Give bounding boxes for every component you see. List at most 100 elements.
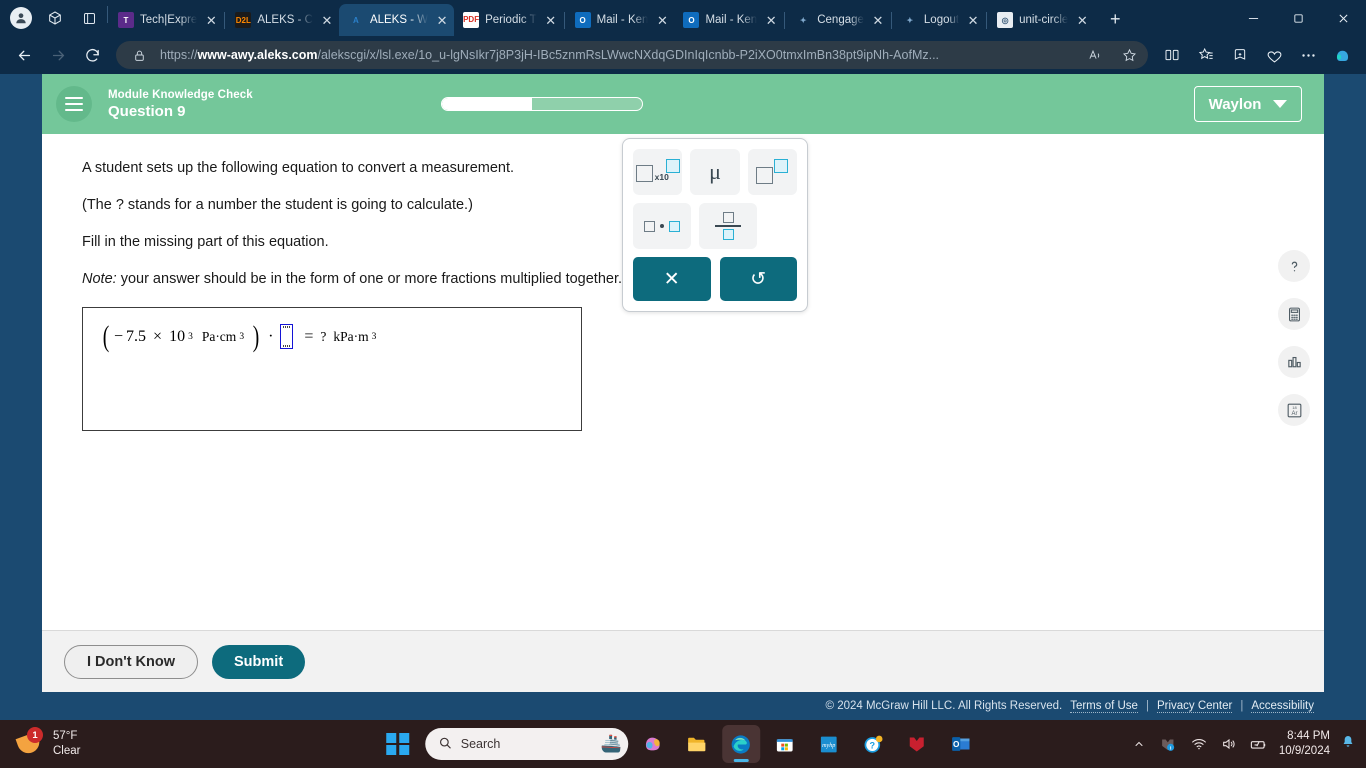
- tab-close-icon[interactable]: ✕: [965, 12, 981, 28]
- header-titles: Module Knowledge Check Question 9: [108, 89, 253, 120]
- microsoft-store-icon[interactable]: [766, 725, 804, 763]
- submit-button[interactable]: Submit: [212, 644, 306, 679]
- search-input[interactable]: Search 🚢: [424, 728, 628, 760]
- search-placeholder: Search: [460, 737, 501, 751]
- edge-icon[interactable]: [721, 725, 760, 763]
- time: 8:44 PM: [1287, 730, 1330, 743]
- scientific-notation-key[interactable]: x10: [633, 149, 683, 195]
- split-screen-icon[interactable]: [1156, 40, 1188, 70]
- outlook-icon[interactable]: O: [942, 725, 980, 763]
- calculator-icon[interactable]: [1278, 298, 1310, 330]
- keypad-actions: ✕ ↺: [633, 257, 797, 301]
- browser-toolbar: https://www-awy.aleks.com/alekscgi/x/lsl…: [0, 36, 1366, 74]
- tab-title: Mail - Ken: [705, 14, 758, 26]
- wifi-icon[interactable]: [1189, 734, 1209, 754]
- favorite-star-icon[interactable]: [1116, 43, 1142, 67]
- mcafee-tray-icon[interactable]: i: [1159, 734, 1179, 754]
- favorites-icon[interactable]: [1190, 40, 1222, 70]
- browser-tab[interactable]: ✦ Cengage ✕: [786, 4, 890, 36]
- denominator-square: [722, 228, 734, 240]
- address-bar[interactable]: https://www-awy.aleks.com/alekscgi/x/lsl…: [116, 41, 1148, 69]
- temple-university-icon: T: [118, 12, 134, 28]
- profile-avatar[interactable]: [4, 3, 38, 33]
- mcafee-icon[interactable]: [898, 725, 936, 763]
- browser-tab[interactable]: D2L ALEKS - C ✕: [226, 4, 339, 36]
- bell-icon[interactable]: [1340, 734, 1356, 754]
- tab-close-icon[interactable]: ✕: [543, 12, 559, 28]
- url-text: https://www-awy.aleks.com/alekscgi/x/lsl…: [160, 48, 1074, 62]
- equation-box[interactable]: ( − 7.5 × 10 3 Pa·cm 3 ) · = ? kPa·m 3: [82, 307, 582, 431]
- placeholder-square-exponent: [774, 159, 789, 173]
- file-explorer-icon[interactable]: [678, 725, 716, 763]
- help-icon[interactable]: [1278, 250, 1310, 282]
- battery-icon[interactable]: [1249, 734, 1269, 754]
- clock[interactable]: 8:44 PM 10/9/2024: [1279, 729, 1330, 759]
- answer-input-box[interactable]: [280, 324, 294, 349]
- back-icon[interactable]: [8, 40, 40, 70]
- equation-coefficient: 7.5: [126, 327, 147, 345]
- hamburger-menu-icon[interactable]: [56, 86, 92, 122]
- tab-close-icon[interactable]: ✕: [654, 12, 670, 28]
- read-aloud-icon[interactable]: [1082, 43, 1108, 67]
- collections-icon[interactable]: [1224, 40, 1256, 70]
- minimize-button[interactable]: [1231, 2, 1276, 34]
- start-icon[interactable]: [386, 732, 409, 756]
- periodic-table-icon[interactable]: 18 Ar: [1278, 394, 1310, 426]
- divider: [224, 12, 226, 29]
- settings-more-icon[interactable]: [1292, 40, 1324, 70]
- new-tab-button[interactable]: +: [1100, 4, 1130, 34]
- get-help-icon[interactable]: ?: [854, 725, 892, 763]
- tab-close-icon[interactable]: ✕: [434, 12, 450, 28]
- url-domain: www-awy.aleks.com: [197, 48, 318, 62]
- close-button[interactable]: [1321, 2, 1366, 34]
- weather-widget[interactable]: 1 57°F Clear: [15, 727, 80, 758]
- tab-close-icon[interactable]: ✕: [1074, 12, 1090, 28]
- accessibility-link[interactable]: Accessibility: [1251, 700, 1314, 713]
- terms-of-use-link[interactable]: Terms of Use: [1070, 700, 1138, 713]
- weather-text: 57°F Clear: [53, 729, 80, 758]
- window-controls: [1231, 0, 1366, 36]
- loading-spinner-icon: ✦: [906, 15, 914, 25]
- divider: [563, 12, 565, 29]
- browser-tab[interactable]: T Tech|Expre ✕: [109, 4, 223, 36]
- copilot-icon[interactable]: [634, 725, 672, 763]
- browser-tab[interactable]: O Mail - Ken ✕: [566, 4, 675, 36]
- fraction-key[interactable]: [699, 203, 757, 249]
- tab-actions-icon[interactable]: [38, 3, 72, 33]
- tab-close-icon[interactable]: ✕: [319, 12, 335, 28]
- toolbar-right-icons: [1156, 40, 1358, 70]
- browser-essentials-icon[interactable]: [1258, 40, 1290, 70]
- myhp-icon[interactable]: myhp: [810, 725, 848, 763]
- browser-tab[interactable]: PDF Periodic T ✕: [454, 4, 563, 36]
- tab-close-icon[interactable]: ✕: [763, 12, 779, 28]
- multiply-dot-key[interactable]: [633, 203, 691, 249]
- tab-close-icon[interactable]: ✕: [870, 12, 886, 28]
- maximize-button[interactable]: [1276, 2, 1321, 34]
- browser-tab[interactable]: ◎ unit-circle ✕: [988, 4, 1094, 36]
- pdf-icon: PDF: [463, 12, 480, 28]
- browser-tab[interactable]: ✦ Logout ✕: [893, 4, 985, 36]
- progress-bar: [440, 97, 643, 111]
- tray-chevron-icon[interactable]: [1129, 734, 1149, 754]
- browser-tab-active[interactable]: A ALEKS - W ✕: [338, 4, 455, 36]
- exponent-key[interactable]: [747, 149, 797, 195]
- browser-tab[interactable]: O Mail - Ken ✕: [674, 4, 783, 36]
- undo-button[interactable]: ↺: [719, 257, 797, 301]
- equation-units-right: kPa·m: [333, 328, 369, 344]
- refresh-icon[interactable]: [76, 40, 108, 70]
- privacy-center-link[interactable]: Privacy Center: [1156, 700, 1233, 713]
- svg-text:18: 18: [1292, 404, 1297, 409]
- divider: [986, 12, 988, 29]
- question-title: Question 9: [108, 102, 186, 120]
- clear-button[interactable]: ✕: [633, 257, 711, 301]
- copilot-icon[interactable]: [1326, 40, 1358, 70]
- separator: |: [1145, 700, 1149, 712]
- tab-close-icon[interactable]: ✕: [203, 12, 219, 28]
- user-menu-button[interactable]: Waylon: [1194, 86, 1302, 122]
- micro-prefix-key[interactable]: μ: [690, 149, 740, 195]
- volume-icon[interactable]: [1219, 734, 1239, 754]
- condition: Clear: [53, 745, 81, 757]
- dont-know-button[interactable]: I Don't Know: [64, 644, 199, 679]
- vertical-tabs-icon[interactable]: [72, 3, 106, 33]
- chart-icon[interactable]: [1278, 346, 1310, 378]
